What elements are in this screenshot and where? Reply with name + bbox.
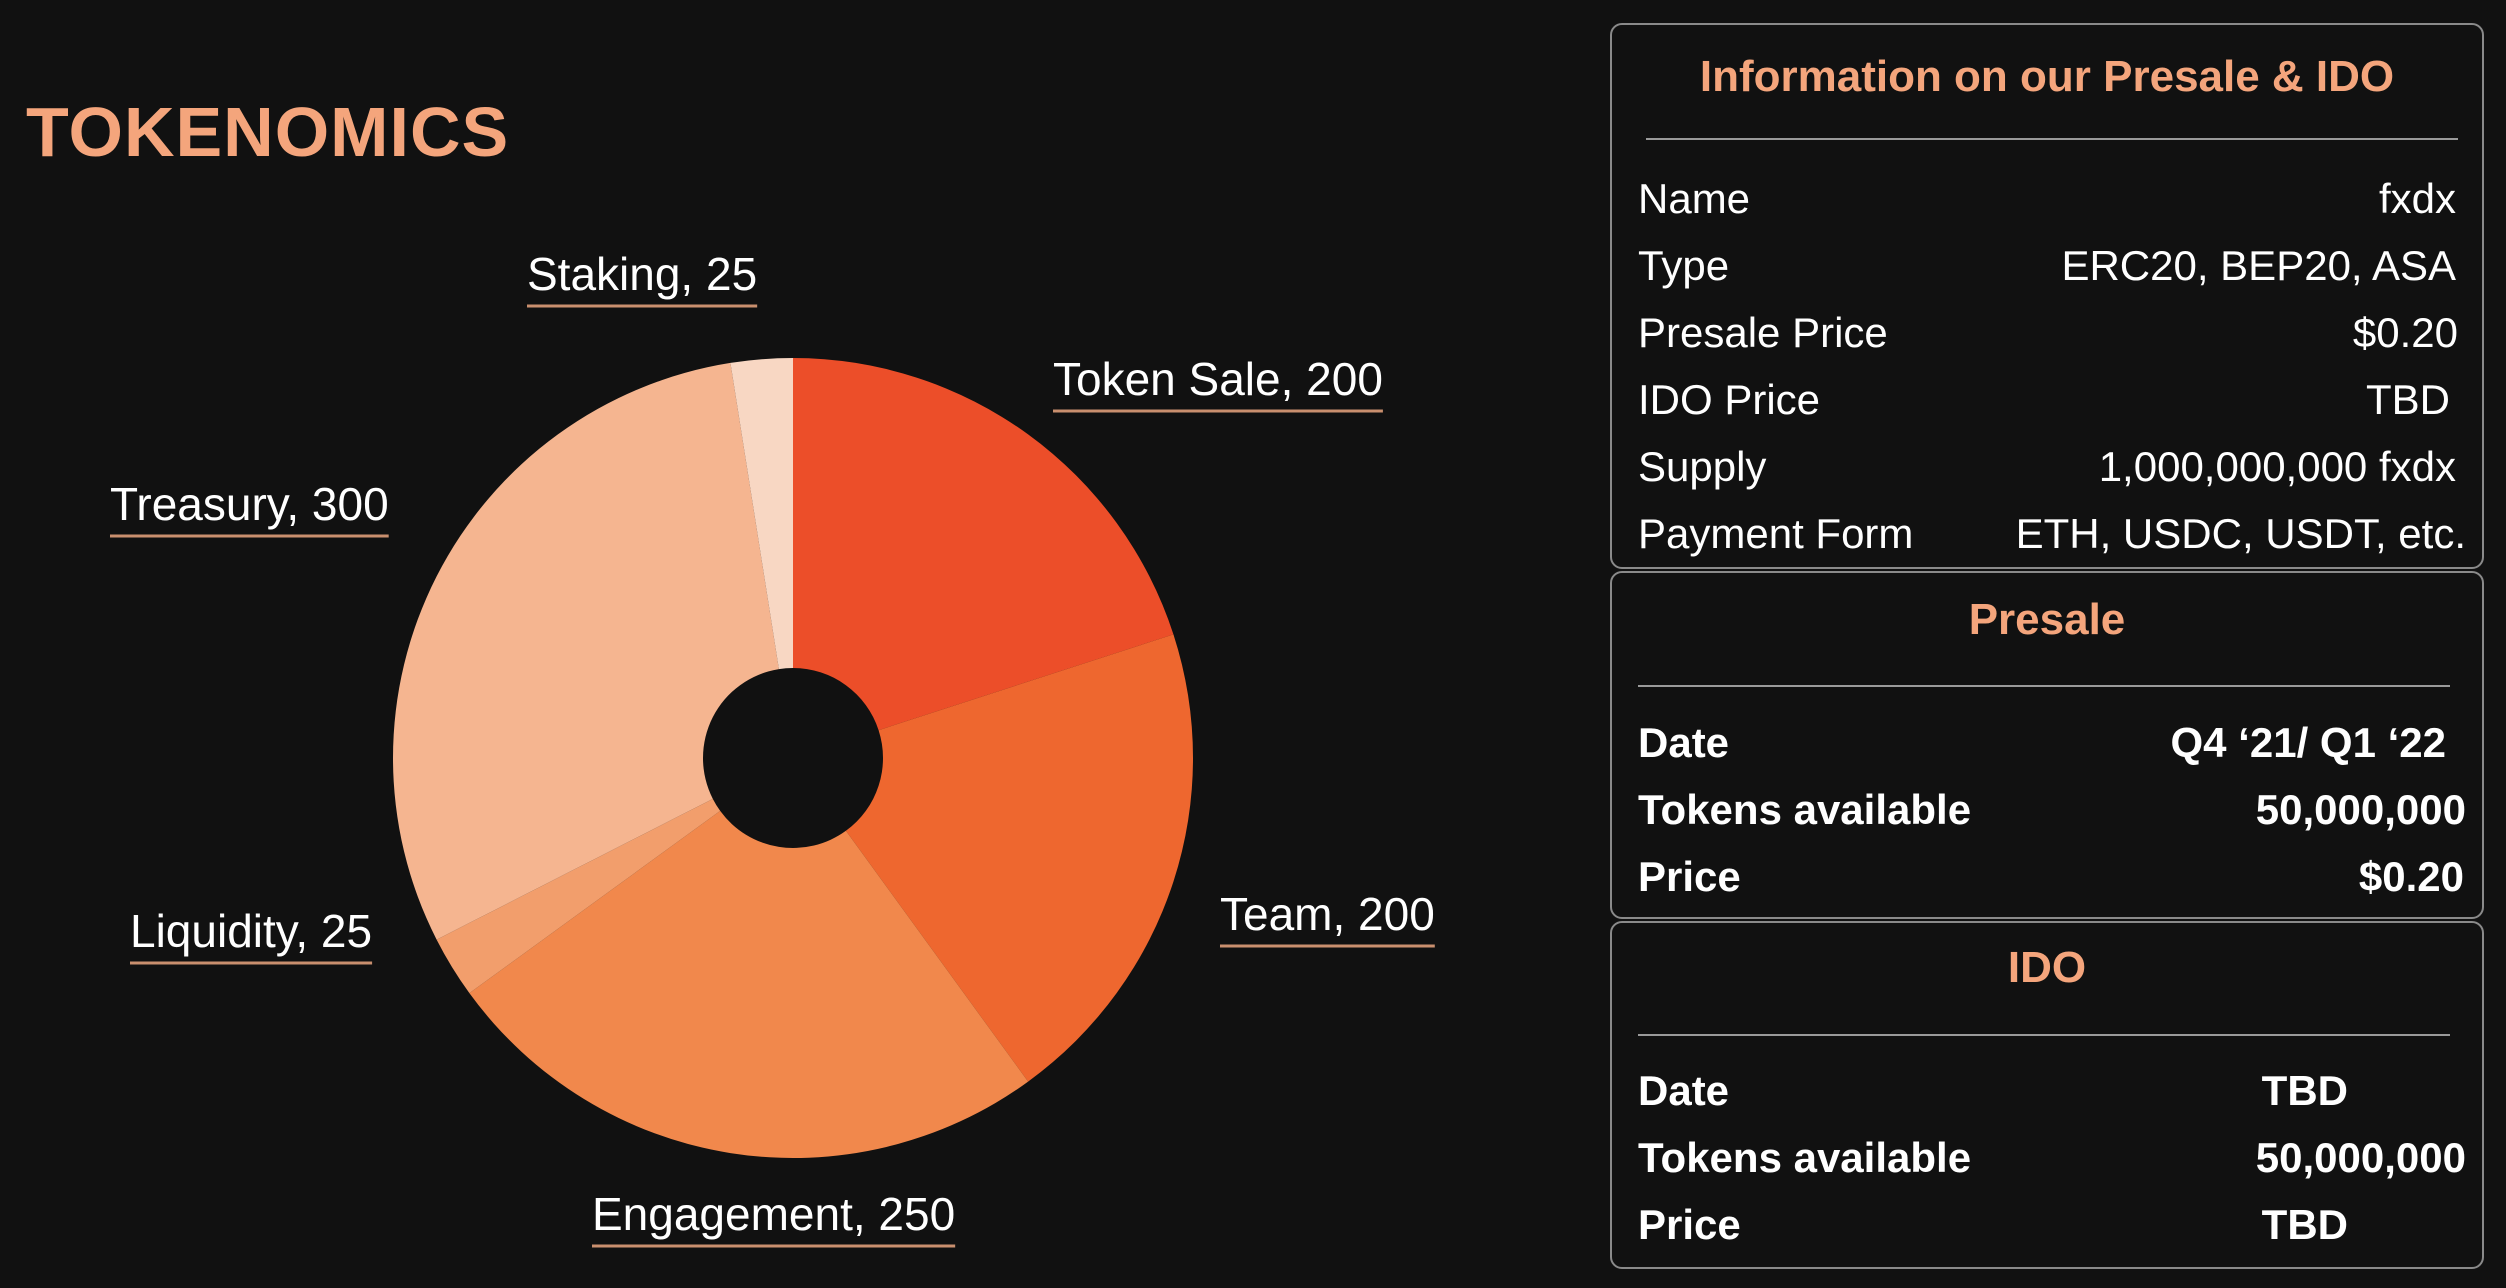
ido-row-date: Date TBD — [1638, 1067, 2466, 1127]
presale-row-value: $0.20 — [2358, 853, 2464, 900]
presale-row-date: Date Q4 ‘21/ Q1 ‘22 — [1638, 719, 2466, 779]
presale-row-price: Price $0.20 — [1638, 853, 2466, 913]
slice-label-liquidity: Liquidity, 25 — [130, 905, 372, 957]
presale-ido-info-panel: Information on our Presale & IDO Name fx… — [1610, 23, 2484, 569]
info-row-key: Presale Price — [1638, 309, 1888, 356]
ido-row-value: 50,000,000 — [2255, 1134, 2466, 1181]
presale-row-key: Price — [1638, 853, 1741, 900]
info-row-value: ETH, USDC, USDT, etc. — [2015, 510, 2466, 557]
presale-row-value: Q4 ‘21/ Q1 ‘22 — [2170, 719, 2446, 766]
info-row-ido-price: IDO Price TBD — [1638, 376, 2466, 436]
info-row-presale-price: Presale Price $0.20 — [1638, 309, 2466, 369]
ido-panel-title: IDO — [2007, 943, 2087, 992]
info-row-value: 1,000,000,000 fxdx — [2098, 443, 2456, 490]
slice-label-engagement: Engagement, 250 — [592, 1188, 955, 1240]
info-row-key: Payment Form — [1638, 510, 1914, 557]
ido-row-key: Price — [1638, 1201, 1741, 1248]
info-row-name: Name fxdx — [1638, 175, 2466, 235]
info-panel-divider — [1646, 138, 2458, 140]
ido-row-value: TBD — [2261, 1067, 2348, 1114]
ido-row-key: Tokens available — [1638, 1134, 1972, 1181]
presale-panel: Presale Date Q4 ‘21/ Q1 ‘22 Tokens avail… — [1610, 571, 2484, 919]
ido-row-value: TBD — [2261, 1201, 2348, 1248]
presale-row-key: Date — [1638, 719, 1730, 766]
info-row-supply: Supply 1,000,000,000 fxdx — [1638, 443, 2466, 503]
info-row-value: fxdx — [2378, 175, 2456, 222]
tokenomics-donut-chart: Token Sale, 200 Team, 200 Engagement, 250 L… — [110, 248, 1435, 1248]
info-panel-title: Information on our Presale & IDO — [1699, 52, 2395, 101]
ido-panel: IDO Date TBD Tokens available 50,000,000… — [1610, 921, 2484, 1269]
ido-panel-divider — [1638, 1034, 2450, 1036]
ido-row-tokens-available: Tokens available 50,000,000 — [1638, 1134, 2466, 1194]
slice-label-treasury: Treasury, 300 — [110, 478, 389, 530]
info-row-value: $0.20 — [2352, 309, 2458, 356]
slice-label-team: Team, 200 — [1220, 888, 1435, 940]
slice-label-token-sale: Token Sale, 200 — [1053, 353, 1383, 405]
presale-panel-title: Presale — [1968, 595, 2126, 644]
presale-panel-divider — [1638, 685, 2450, 687]
info-row-type: Type ERC20, BEP20, ASA — [1638, 242, 2466, 302]
presale-row-tokens-available: Tokens available 50,000,000 — [1638, 786, 2466, 846]
presale-row-key: Tokens available — [1638, 786, 1972, 833]
info-row-key: Supply — [1638, 443, 1767, 490]
info-row-value: ERC20, BEP20, ASA — [2061, 242, 2456, 289]
info-row-key: Name — [1638, 175, 1751, 222]
tokenomics-page: TOKENOMICS Token Sale, 200 Team, 200 Engag… — [0, 0, 2506, 1288]
info-row-payment-form: Payment Form ETH, USDC, USDT, etc. — [1638, 510, 2466, 570]
ido-row-price: Price TBD — [1638, 1201, 2466, 1261]
slice-label-staking: Staking, 25 — [527, 248, 757, 300]
presale-row-value: 50,000,000 — [2255, 786, 2466, 833]
info-row-value: TBD — [2366, 376, 2450, 423]
info-row-key: Type — [1638, 242, 1730, 289]
ido-row-key: Date — [1638, 1067, 1730, 1114]
info-row-key: IDO Price — [1638, 376, 1821, 423]
